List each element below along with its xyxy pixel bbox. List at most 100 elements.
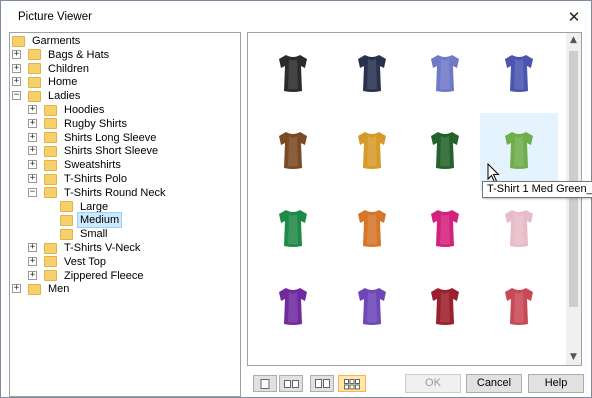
tree-item-label: Ladies [48, 90, 81, 103]
tree-item-label: Hoodies [64, 104, 105, 116]
scroll-down-icon[interactable]: ▼ [566, 350, 581, 365]
tshirt-icon [358, 288, 386, 325]
tree-item[interactable]: Large [60, 200, 110, 214]
expand-icon[interactable]: + [12, 77, 21, 87]
tshirt-thumbnail[interactable] [254, 36, 332, 114]
two-small-view-icon [284, 380, 299, 388]
tree-item[interactable]: − T-Shirts Round Neck [28, 186, 167, 200]
tree-item[interactable]: + Shirts Long Sleeve [28, 131, 158, 145]
folder-icon [44, 159, 57, 171]
tshirt-thumbnail[interactable] [406, 269, 484, 347]
cancel-button[interactable]: Cancel [466, 374, 522, 393]
view-single-button[interactable] [253, 375, 277, 392]
collapse-icon[interactable]: − [28, 187, 37, 197]
grid-view-icon [344, 379, 360, 390]
expand-icon[interactable]: + [28, 270, 37, 280]
folder-icon [44, 270, 57, 282]
tree-item[interactable]: + Shirts Short Sleeve [28, 144, 160, 158]
tshirt-icon [279, 55, 307, 92]
picture-viewer-window: Picture Viewer ✕ Garments + Bags & Hats + Ch… [0, 0, 592, 398]
tshirt-thumbnail[interactable] [333, 113, 411, 191]
tshirt-thumbnail[interactable] [406, 36, 484, 114]
expand-icon[interactable]: + [28, 105, 37, 114]
tree-item[interactable]: + T-Shirts V-Neck [28, 241, 142, 255]
tree-item-label: T-Shirts Polo [64, 173, 127, 185]
expand-icon[interactable]: + [12, 49, 21, 59]
tree-item[interactable]: − Ladies [12, 89, 82, 103]
tree-item-label: Home [48, 76, 78, 89]
tree-item[interactable]: + Men [12, 282, 71, 296]
folder-icon [44, 187, 57, 199]
expand-icon[interactable]: + [28, 160, 37, 170]
folder-icon [60, 201, 73, 213]
tree-item-label: Medium [76, 212, 123, 229]
folder-icon [28, 90, 41, 102]
folder-icon [28, 283, 41, 295]
category-tree[interactable]: Garments + Bags & Hats + Children + Home − Ladie… [9, 32, 241, 397]
tree-item[interactable]: + Children [12, 62, 91, 76]
tshirt-icon [505, 210, 533, 247]
tree-item[interactable]: + Vest Top [28, 255, 108, 269]
folder-icon [44, 132, 57, 144]
tshirt-thumbnail[interactable] [333, 36, 411, 114]
tree-item-label: Zippered Fleece [64, 269, 144, 282]
tree-item-label: Sweatshirts [64, 159, 121, 172]
tree-item-label: Men [48, 283, 70, 296]
tree-item[interactable]: + T-Shirts Polo [28, 172, 129, 186]
tshirt-thumbnail[interactable] [406, 113, 484, 191]
expand-icon[interactable]: + [28, 146, 37, 156]
tshirt-icon [358, 132, 386, 169]
tshirt-thumbnail[interactable] [480, 191, 558, 269]
tshirt-icon [505, 288, 533, 325]
tshirt-icon [279, 288, 307, 325]
tree-item[interactable]: + Zippered Fleece [28, 269, 146, 283]
folder-icon [44, 145, 57, 157]
help-button[interactable]: Help [528, 374, 584, 393]
tshirt-thumbnail[interactable] [333, 191, 411, 269]
tree-item-label: Large [80, 200, 109, 213]
view-two-large-button[interactable] [310, 375, 334, 392]
close-icon[interactable]: ✕ [564, 7, 584, 27]
expand-icon[interactable]: + [12, 63, 21, 73]
tree-item[interactable]: Garments [12, 34, 82, 48]
tree-item[interactable]: Small [60, 227, 110, 241]
tree-item-label: T-Shirts Round Neck [64, 186, 166, 199]
view-two-small-button[interactable] [279, 375, 303, 392]
collapse-icon[interactable]: − [12, 91, 21, 101]
folder-icon [28, 49, 41, 61]
tree-item-label: Vest Top [64, 255, 106, 268]
vertical-scrollbar[interactable]: ▲ ▼ [566, 33, 581, 365]
tshirt-thumbnail[interactable] [254, 113, 332, 191]
scrollbar-thumb[interactable] [569, 51, 578, 307]
expand-icon[interactable]: + [28, 132, 37, 142]
tree-item[interactable]: Medium [60, 212, 123, 229]
tree-item-label: Garments [32, 35, 81, 47]
tree-item[interactable]: + Rugby Shirts [28, 117, 129, 131]
expand-icon[interactable]: + [12, 284, 21, 294]
tree-item[interactable]: + Sweatshirts [28, 158, 123, 172]
view-grid-button[interactable] [338, 375, 366, 392]
tshirt-thumbnail[interactable] [480, 36, 558, 114]
tshirt-thumbnail[interactable] [406, 191, 484, 269]
expand-icon[interactable]: + [28, 174, 37, 183]
single-view-icon [260, 379, 270, 389]
tree-item-label: Small [80, 228, 108, 241]
tshirt-icon [279, 210, 307, 247]
folder-icon [44, 104, 57, 116]
tshirt-thumbnail[interactable] [333, 269, 411, 347]
expand-icon[interactable]: + [28, 256, 37, 266]
folder-icon [44, 118, 57, 130]
folder-icon [60, 214, 73, 226]
tshirt-thumbnail[interactable] [254, 191, 332, 269]
tshirt-thumbnail[interactable] [254, 269, 332, 347]
tree-item[interactable]: + Hoodies [28, 103, 106, 117]
scroll-up-icon[interactable]: ▲ [566, 33, 581, 48]
expand-icon[interactable]: + [28, 243, 37, 252]
tshirt-icon [279, 132, 307, 169]
tshirt-thumbnail[interactable] [480, 269, 558, 347]
expand-icon[interactable]: + [28, 118, 37, 128]
ok-button[interactable]: OK [405, 374, 461, 393]
tshirt-icon [431, 288, 459, 325]
tree-item[interactable]: + Bags & Hats [12, 48, 111, 62]
tree-item[interactable]: + Home [12, 75, 79, 89]
